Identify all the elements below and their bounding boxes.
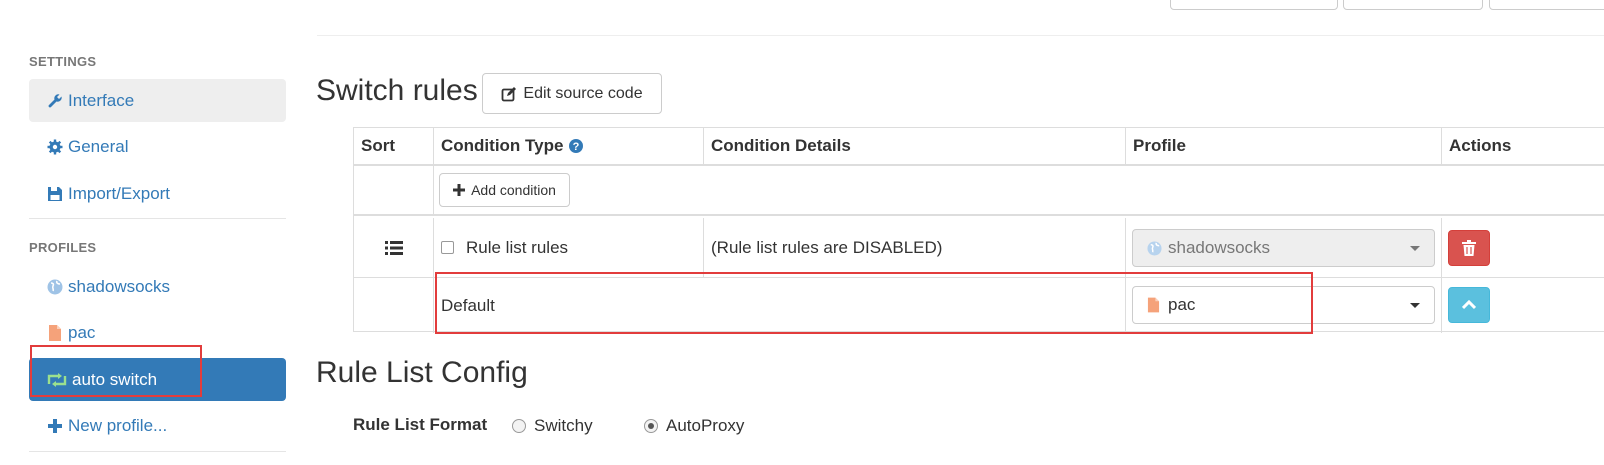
sidebar-item-label: shadowsocks [68, 276, 171, 296]
floppy-disk-icon [46, 185, 64, 203]
gear-icon [46, 138, 64, 156]
edit-source-code-button[interactable]: Edit source code [482, 73, 662, 114]
edit-source-label: Edit source code [523, 84, 643, 102]
condition-details-cell: (Rule list rules are DISABLED) [704, 218, 1126, 277]
format-option-label: Switchy [534, 416, 593, 435]
actions-cell [1442, 218, 1604, 277]
add-condition-row: Add condition [354, 166, 1604, 216]
rule-list-checkbox[interactable] [441, 241, 454, 254]
format-option-label: AutoProxy [666, 416, 745, 435]
chevron-down-icon [1410, 246, 1420, 251]
sort-cell [354, 218, 434, 277]
rule-list-format-label: Rule List Format [353, 415, 488, 434]
file-icon [46, 324, 64, 342]
header-condition-type-label: Condition Type [441, 136, 564, 155]
table-row: Rule list rules (Rule list rules are DIS… [354, 218, 1604, 278]
globe-icon [46, 278, 64, 296]
annotation-box-default-rule [435, 272, 1313, 334]
header-condition-details: Condition Details [704, 128, 1126, 164]
header-sort: Sort [354, 128, 434, 164]
wrench-icon [46, 92, 64, 110]
profile-cell: shadowsocks [1126, 218, 1442, 277]
profile-select: shadowsocks [1132, 229, 1435, 267]
profiles-heading: PROFILES [29, 240, 97, 255]
sidebar-divider [29, 218, 286, 219]
sidebar-item-label: General [68, 136, 129, 156]
table-cell [354, 166, 434, 214]
sidebar-item-interface[interactable]: Interface [29, 79, 286, 122]
sidebar-item-label: pac [68, 322, 96, 342]
add-condition-label: Add condition [471, 182, 556, 198]
autoproxy-radio[interactable] [644, 419, 658, 433]
chevron-down-icon [1410, 303, 1420, 308]
move-up-button[interactable] [1448, 287, 1490, 323]
switch-rules-heading: Switch rules [316, 74, 478, 107]
sidebar-item-label: Interface [68, 90, 135, 110]
sidebar-item-new-profile[interactable]: New profile... [29, 404, 286, 447]
format-option-autoproxy[interactable]: AutoProxy [644, 416, 744, 436]
list-drag-handle-icon[interactable] [384, 240, 403, 256]
condition-type-cell: Rule list rules [434, 218, 704, 277]
top-toolbar-button-1[interactable] [1170, 0, 1338, 10]
top-toolbar-button-3[interactable] [1489, 0, 1604, 10]
sidebar-item-shadowsocks[interactable]: shadowsocks [29, 265, 286, 308]
rule-list-config-heading: Rule List Config [316, 356, 528, 389]
sidebar-item-label: Import/Export [68, 183, 171, 203]
edit-icon [501, 86, 517, 102]
settings-heading: SETTINGS [29, 54, 97, 69]
condition-type-label: Rule list rules [466, 237, 569, 257]
sidebar-item-import-export[interactable]: Import/Export [29, 172, 286, 215]
sidebar-divider [29, 451, 286, 452]
annotation-box-auto-switch [30, 345, 202, 397]
chevron-up-icon [1462, 300, 1476, 310]
sidebar-item-general[interactable]: General [29, 125, 286, 168]
delete-button[interactable] [1448, 230, 1490, 266]
profile-select-value: shadowsocks [1168, 238, 1271, 257]
sidebar-item-label: New profile... [68, 415, 168, 435]
svg-text:?: ? [573, 141, 580, 153]
header-actions: Actions [1449, 136, 1512, 155]
help-icon[interactable]: ? [569, 139, 584, 153]
plus-icon [46, 417, 64, 435]
add-condition-button[interactable]: Add condition [439, 173, 570, 207]
top-rule [317, 35, 1604, 36]
actions-cell [1442, 278, 1604, 333]
top-toolbar-button-2[interactable] [1343, 0, 1483, 10]
plus-icon [453, 184, 466, 196]
sort-cell [354, 278, 434, 333]
header-profile: Profile [1126, 128, 1442, 164]
trash-icon [1462, 240, 1476, 256]
switchy-radio[interactable] [512, 419, 526, 433]
table-header-row: Sort Condition Type ? Condition Details … [354, 128, 1604, 166]
format-option-switchy[interactable]: Switchy [512, 416, 593, 436]
globe-icon [1147, 240, 1162, 256]
header-condition-type: Condition Type ? [434, 128, 704, 164]
